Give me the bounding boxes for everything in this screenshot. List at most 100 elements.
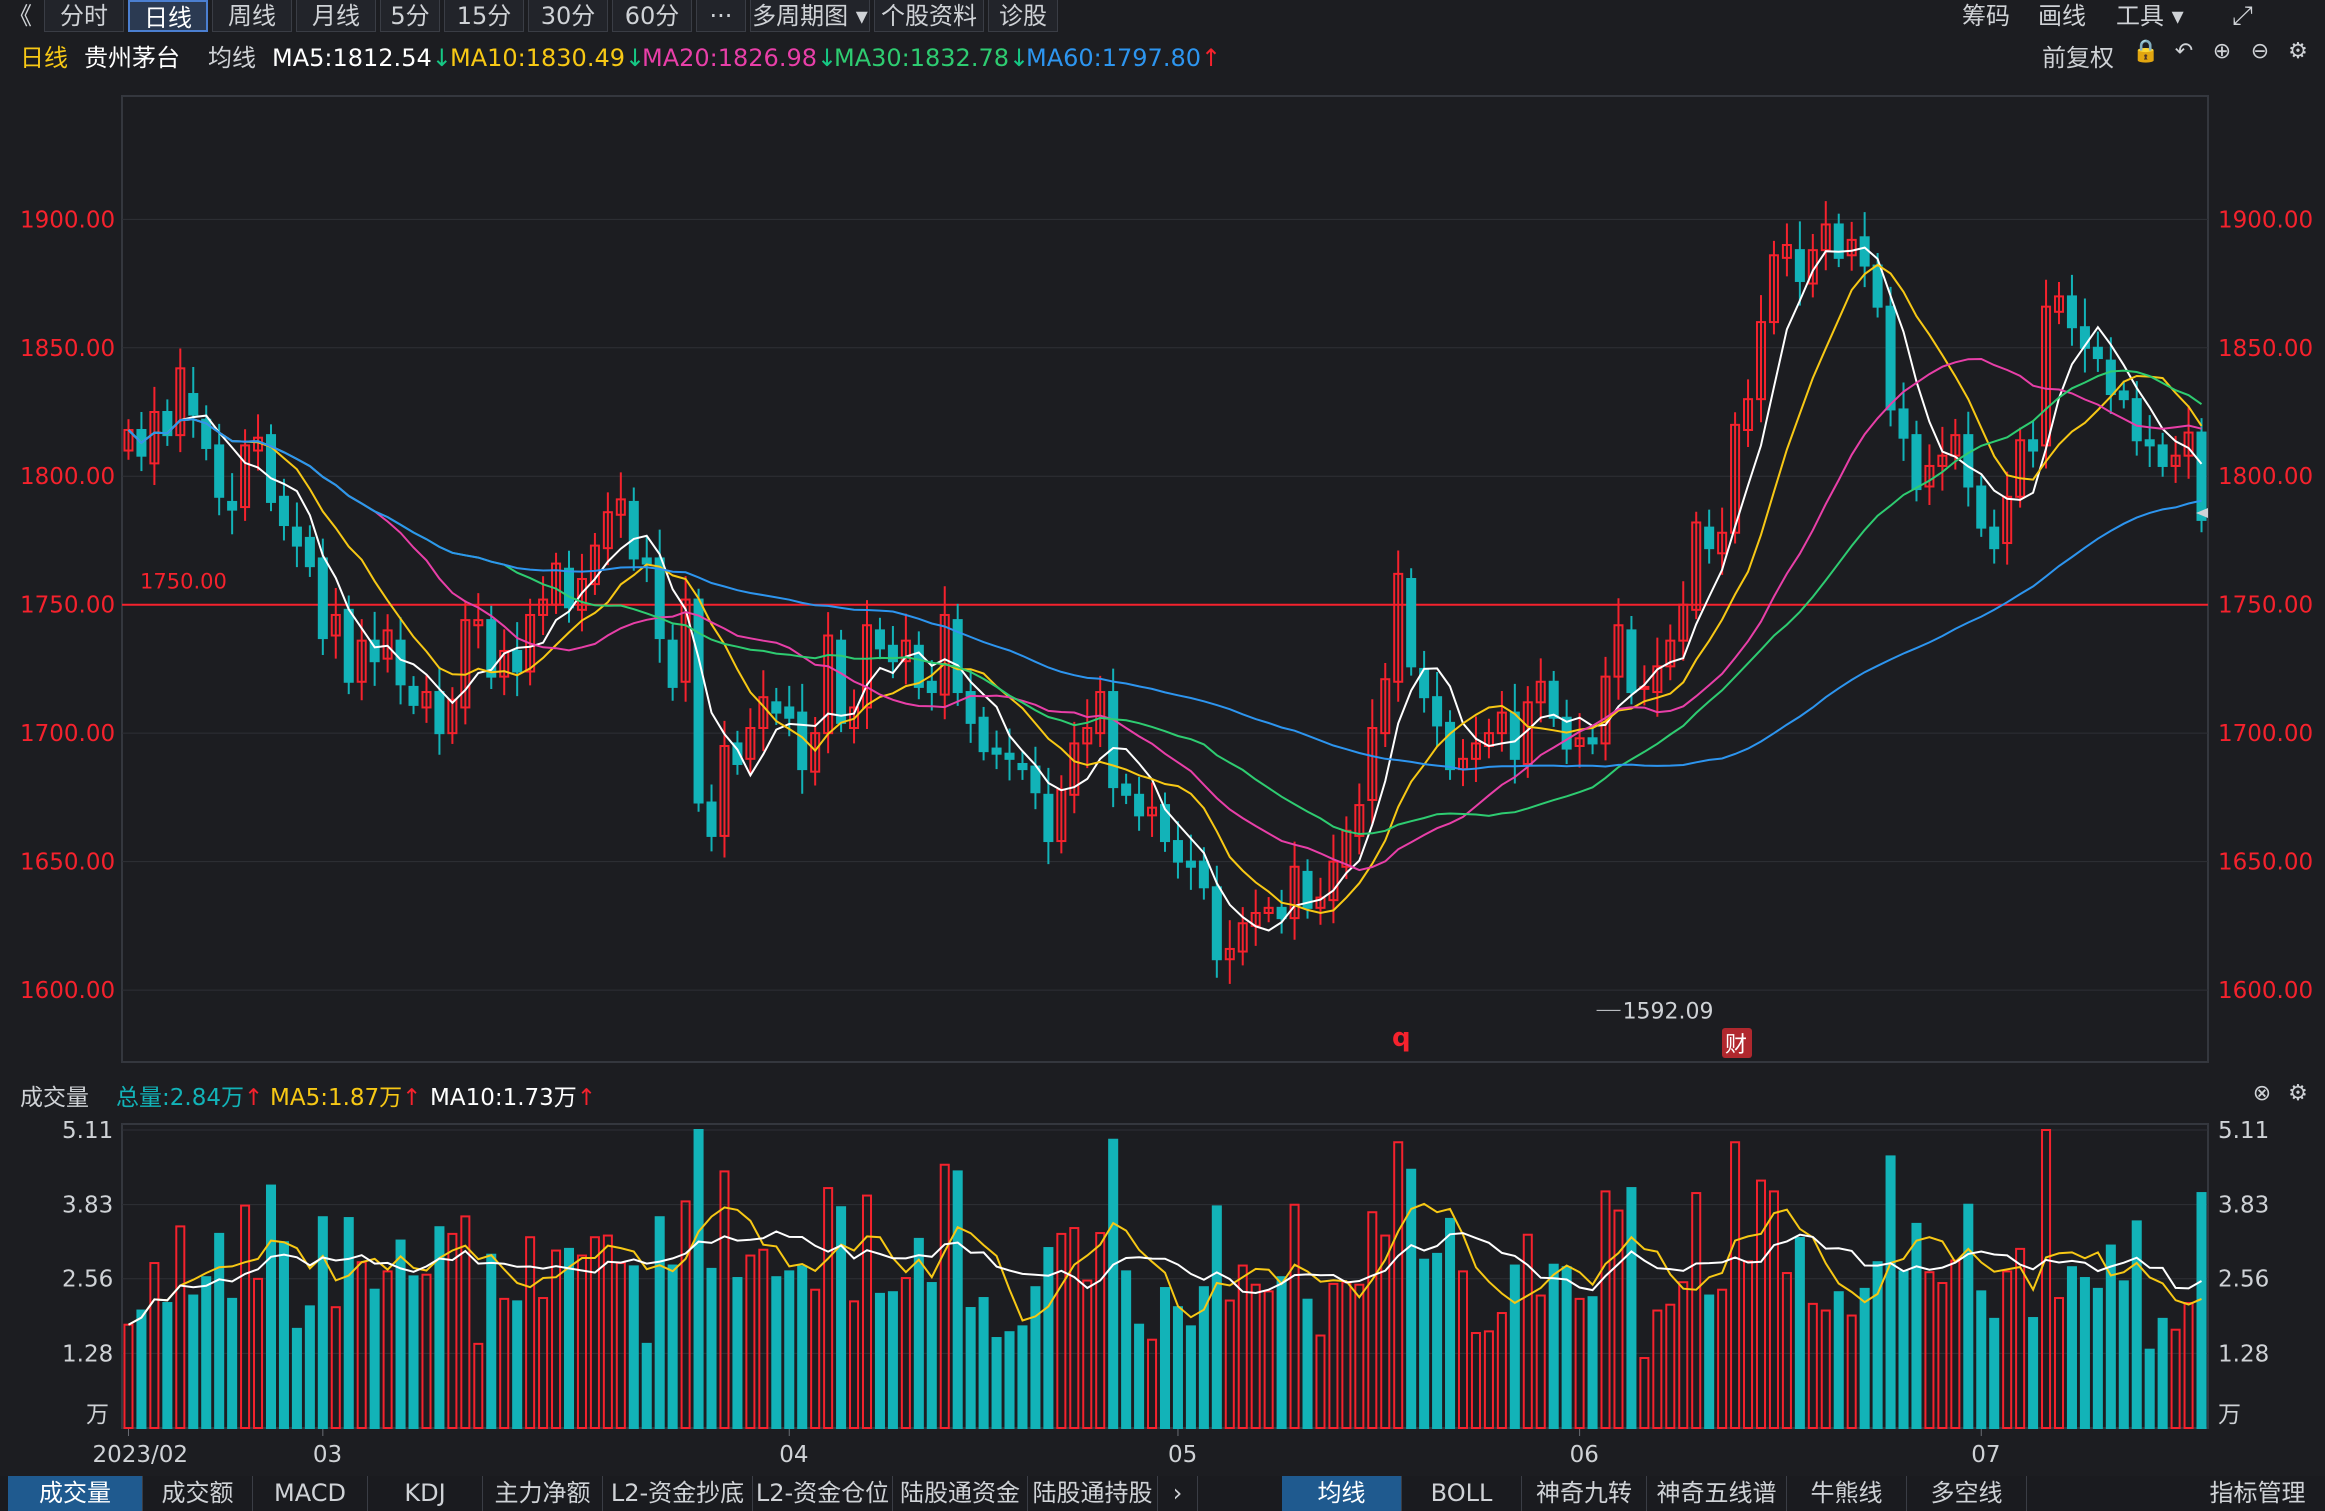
volume-bar xyxy=(2131,1220,2142,1429)
candle-body xyxy=(1976,485,1987,529)
volume-bar xyxy=(1859,1287,1870,1429)
indicator-tab-6[interactable]: L2-资金仓位 xyxy=(753,1476,893,1511)
volume-bar xyxy=(1743,1260,1754,1429)
price-tick-right: 1850.00 xyxy=(2218,336,2313,362)
candle-body xyxy=(693,598,704,804)
volume-bar xyxy=(1885,1155,1896,1430)
candle-body xyxy=(1185,860,1196,868)
candle-body xyxy=(395,639,406,686)
indicator-tab-8[interactable]: 陆股通持股 xyxy=(1028,1476,1158,1511)
indicator-manage-button[interactable]: 指标管理 xyxy=(2190,1476,2325,1511)
candle-body xyxy=(2131,398,2142,442)
candle-body xyxy=(486,619,497,678)
volume-bar xyxy=(732,1277,743,1430)
volume-bar xyxy=(641,1342,652,1429)
overlay-tab-2[interactable]: 神奇九转 xyxy=(1522,1476,1647,1511)
volume-bar xyxy=(654,1216,665,1429)
volume-bar xyxy=(1911,1222,1922,1429)
candle-body xyxy=(1898,408,1909,439)
volume-bar xyxy=(1898,1270,1909,1429)
volume-bar xyxy=(1768,1190,1779,1430)
volume-tick-left: 1.28 xyxy=(62,1341,113,1367)
volume-bar xyxy=(1082,1279,1093,1430)
candle-body xyxy=(408,685,419,706)
candle-body xyxy=(1432,696,1443,727)
candle-body xyxy=(1548,680,1559,719)
indicator-tab-5[interactable]: L2-资金抄底 xyxy=(603,1476,753,1511)
volume-bar xyxy=(758,1248,769,1430)
volume-bar xyxy=(2157,1317,2168,1430)
volume-bar xyxy=(797,1265,808,1430)
volume-bar xyxy=(1095,1232,1106,1430)
candle-body xyxy=(628,500,639,560)
volume-bar xyxy=(1548,1263,1559,1429)
volume-bar xyxy=(1017,1325,1028,1430)
indicator-tab-1[interactable]: 成交额 xyxy=(143,1476,253,1511)
volume-bar xyxy=(1315,1334,1326,1430)
volume-bar xyxy=(2053,1297,2065,1430)
candle-body xyxy=(771,701,782,714)
price-pane-frame xyxy=(121,95,2209,1063)
candle-body xyxy=(641,557,652,565)
volume-bar xyxy=(2066,1266,2077,1430)
volume-bar xyxy=(1457,1270,1469,1429)
volume-bar xyxy=(563,1247,575,1429)
volume-bar xyxy=(1159,1287,1171,1430)
candle-body xyxy=(1198,860,1209,889)
volume-bar xyxy=(2015,1247,2026,1429)
kline-chart[interactable]: 1600.00 1600.00 1650.00 1650.00 1700.00 1700.… xyxy=(0,0,2325,1476)
volume-bar xyxy=(965,1307,976,1430)
indicator-tab-7[interactable]: 陆股通资金 xyxy=(893,1476,1028,1511)
indicator-tab-4[interactable]: 主力净额 xyxy=(483,1476,603,1511)
volume-bar xyxy=(1781,1272,1792,1429)
indicator-tab-3[interactable]: KDJ xyxy=(368,1476,483,1511)
overlay-tab-4[interactable]: 牛熊线 xyxy=(1787,1476,1907,1511)
volume-bar xyxy=(2183,1302,2194,1429)
volume-bar xyxy=(136,1309,147,1429)
volume-bar xyxy=(343,1217,354,1429)
candle-body xyxy=(1833,223,1844,259)
volume-bar xyxy=(1730,1141,1741,1429)
volume-bar xyxy=(1989,1317,2000,1430)
indicator-tab-2[interactable]: MACD xyxy=(253,1476,368,1511)
extreme-marker-label: 1592.09 xyxy=(1623,999,1714,1024)
volume-bar xyxy=(1652,1309,1663,1429)
tabs-next-icon[interactable]: › xyxy=(1158,1476,1198,1511)
candle-body xyxy=(2066,295,2077,329)
candle-body xyxy=(1017,762,1028,771)
volume-bar xyxy=(1328,1282,1339,1430)
overlay-tab-3[interactable]: 神奇五线谱 xyxy=(1647,1476,1787,1511)
candle-body xyxy=(512,649,523,673)
volume-bar xyxy=(382,1270,393,1429)
candle-body xyxy=(1911,434,1922,491)
volume-bar xyxy=(162,1302,173,1429)
candle-body xyxy=(1276,906,1287,920)
candle-body xyxy=(1963,434,1974,488)
indicator-tab-0[interactable]: 成交量 xyxy=(8,1476,143,1511)
candle-body xyxy=(667,639,678,688)
volume-bar xyxy=(421,1273,432,1429)
candle-body xyxy=(291,526,302,547)
volume-bar xyxy=(706,1267,717,1429)
candle-body xyxy=(1794,249,1805,282)
price-tick-left: 1850.00 xyxy=(20,336,115,362)
volume-bar xyxy=(2196,1192,2207,1429)
volume-bar xyxy=(149,1262,160,1430)
volume-bar xyxy=(680,1200,691,1430)
volume-bar xyxy=(1134,1323,1145,1429)
x-tick-label: 2023/02 xyxy=(92,1442,188,1468)
candle-body xyxy=(434,691,445,735)
overlay-tab-5[interactable]: 多空线 xyxy=(1907,1476,2027,1511)
volume-bar xyxy=(512,1300,523,1430)
overlay-tab-0[interactable]: 均线 xyxy=(1282,1476,1402,1511)
candle-body xyxy=(2028,439,2039,452)
volume-bar xyxy=(1276,1276,1287,1430)
volume-bar xyxy=(628,1265,639,1430)
volume-bar xyxy=(1704,1294,1715,1429)
candle-body xyxy=(1004,752,1015,760)
candle-body xyxy=(1704,526,1715,550)
price-tick-left: 1700.00 xyxy=(20,721,115,747)
volume-bar xyxy=(836,1206,847,1429)
volume-bar xyxy=(1807,1302,1818,1429)
overlay-tab-1[interactable]: BOLL xyxy=(1402,1476,1522,1511)
